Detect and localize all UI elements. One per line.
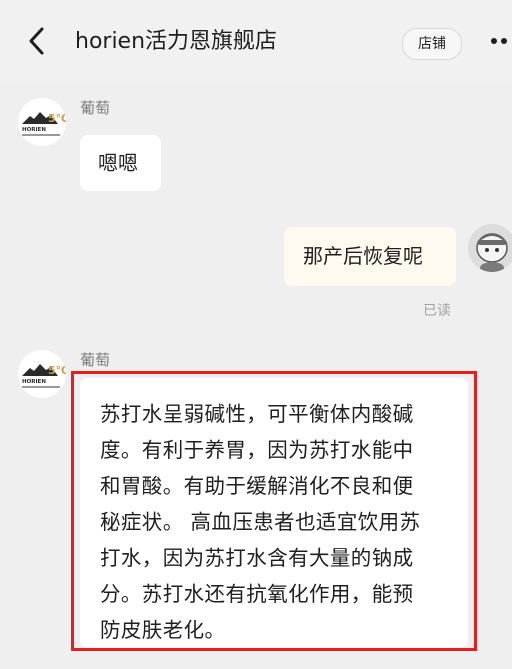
read-status: 已读 xyxy=(423,303,451,319)
user-avatar-icon xyxy=(468,224,512,272)
sender-name: 葡萄 xyxy=(80,351,111,369)
message-text: 嗯嗯 xyxy=(98,151,138,175)
horien-logo-icon: HORIEN 5℃ xyxy=(22,364,66,388)
my-message-bubble[interactable]: 那产后恢复呢 xyxy=(284,227,456,286)
svg-text:HORIEN: HORIEN xyxy=(22,379,46,385)
message-bubble[interactable]: 嗯嗯 xyxy=(80,135,161,191)
svg-text:5℃: 5℃ xyxy=(48,112,66,125)
svg-text:HORIEN: HORIEN xyxy=(22,127,46,133)
horien-logo-icon: HORIEN 5℃ xyxy=(22,112,66,136)
sender-name: 葡萄 xyxy=(80,99,111,117)
shop-button[interactable]: 店铺 xyxy=(402,28,462,60)
more-icon[interactable] xyxy=(489,31,512,51)
store-avatar[interactable]: HORIEN 5℃ xyxy=(18,350,66,398)
chat-header: horien活力恩旗舰店 店铺 xyxy=(0,0,512,84)
back-icon[interactable] xyxy=(24,24,50,58)
message-text: 那产后恢复呢 xyxy=(303,244,423,268)
svg-text:5℃: 5℃ xyxy=(48,364,66,377)
user-avatar[interactable] xyxy=(468,224,512,272)
message-text: 苏打水呈弱碱性，可平衡体内酸碱 度。有利于养胃，因为苏打水能中 和胃酸。有助于缓… xyxy=(100,402,421,642)
message-bubble[interactable]: 苏打水呈弱碱性，可平衡体内酸碱 度。有利于养胃，因为苏打水能中 和胃酸。有助于缓… xyxy=(80,378,468,648)
store-avatar[interactable]: HORIEN 5℃ xyxy=(18,98,66,146)
chat-title: horien活力恩旗舰店 xyxy=(75,29,278,54)
